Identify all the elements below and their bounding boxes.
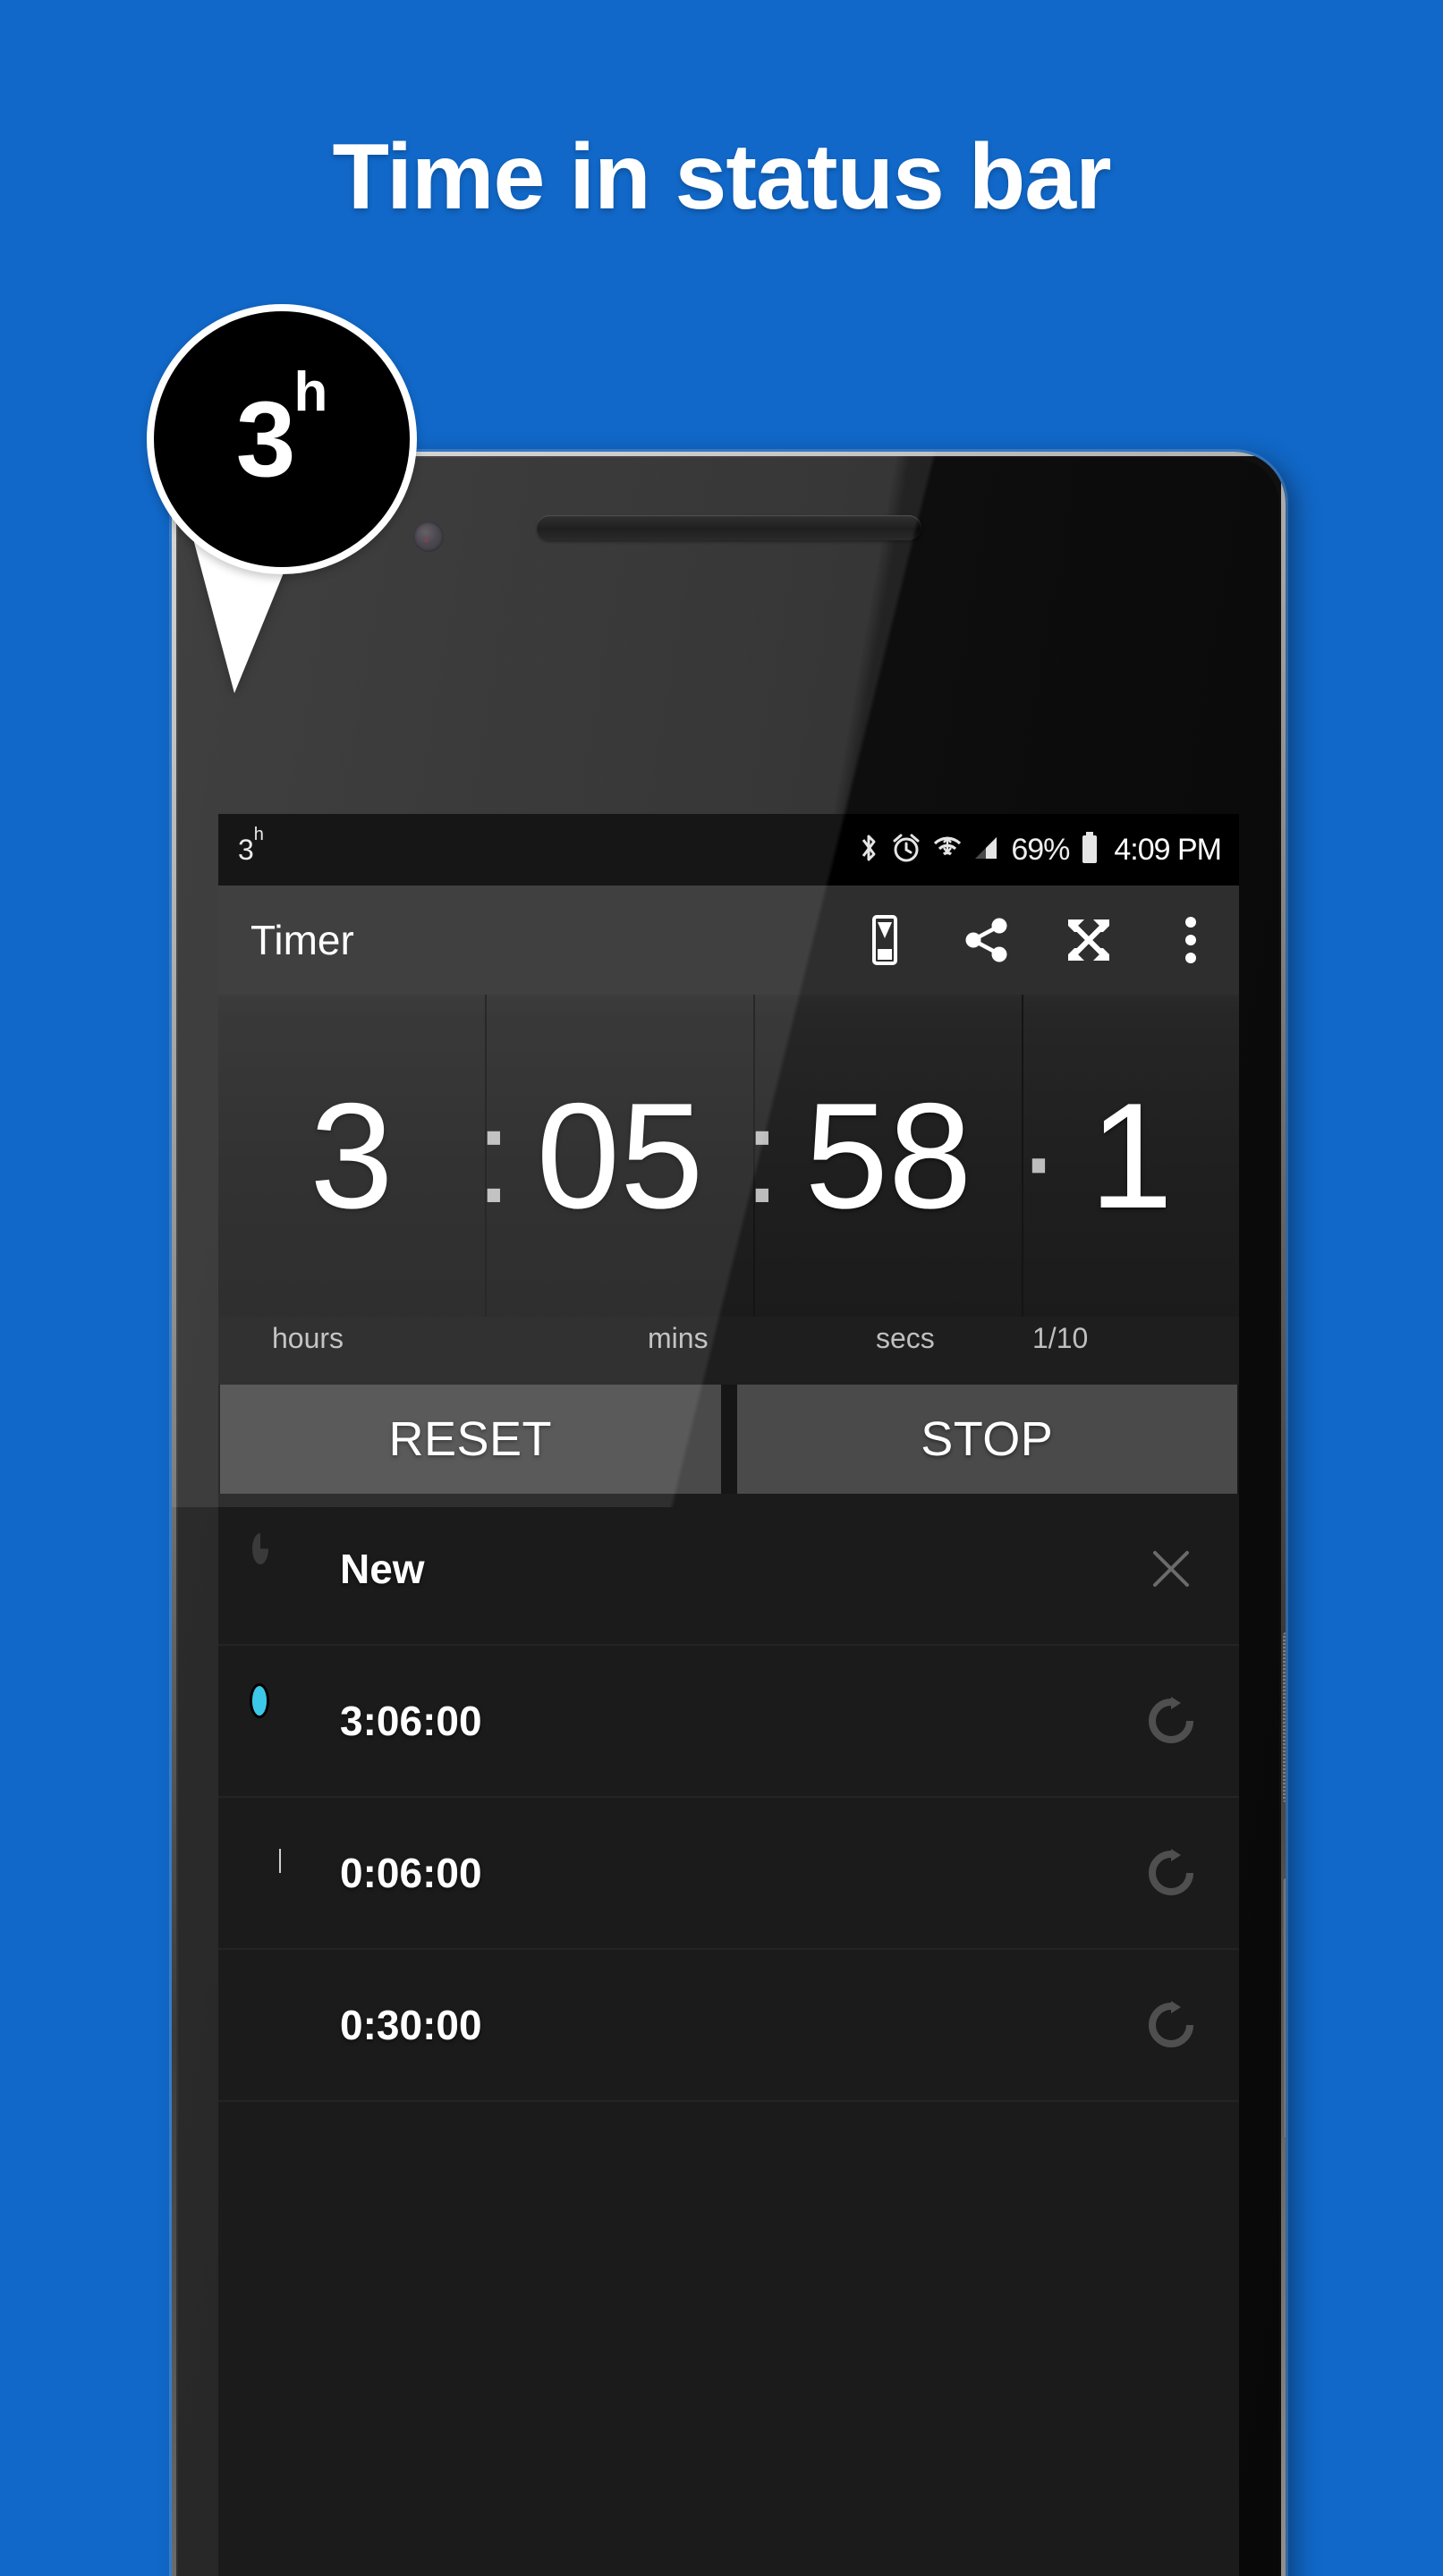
- reset-button[interactable]: RESET: [220, 1385, 721, 1494]
- list-item-label: 3:06:00: [340, 1698, 482, 1744]
- stop-button[interactable]: STOP: [736, 1385, 1237, 1494]
- timer-separator-1: :: [475, 1080, 513, 1231]
- hourglass-icon[interactable]: [860, 915, 910, 965]
- phone-device: 3h 69% 4:09 PM Timer 3 05 58 1:: · hou…: [172, 452, 1286, 2576]
- status-bar-timer-indicator: 3h: [238, 825, 264, 867]
- battery-icon: [1080, 830, 1099, 870]
- volume-button[interactable]: [1283, 1878, 1286, 2138]
- timer-minutes-value: 05: [536, 1072, 704, 1240]
- list-item[interactable]: 0:06:00: [218, 1798, 1239, 1950]
- timer-seconds-value: 58: [804, 1072, 972, 1240]
- list-item-label: 0:30:00: [340, 2002, 482, 2048]
- status-bar: 3h 69% 4:09 PM: [218, 814, 1239, 886]
- callout-circle: 3h: [147, 304, 417, 574]
- phone-screen: 3h 69% 4:09 PM Timer 3 05 58 1:: · hou…: [218, 814, 1239, 2576]
- cyan-ring-icon: [252, 1686, 308, 1749]
- earpiece-speaker: [536, 515, 921, 540]
- timer-list: New 3:06:00 0:06:00 0:30:00: [218, 1494, 1239, 2576]
- timer-separator-3: ·: [1016, 1080, 1061, 1231]
- label-seconds: secs: [876, 1322, 935, 1354]
- overflow-menu-icon[interactable]: [1166, 915, 1216, 965]
- callout-unit: h: [293, 360, 328, 423]
- page-title: Time in status bar: [332, 125, 1111, 229]
- quarter-pie-icon: [252, 1997, 308, 2053]
- label-minutes: mins: [648, 1322, 709, 1354]
- timer-list-empty-area: [218, 2102, 1239, 2576]
- bluetooth-icon: [857, 832, 880, 869]
- promo-screenshot: Time in status bar 3h 69% 4:09 PM Timer …: [0, 0, 1443, 2576]
- callout-bubble: 3h: [147, 304, 426, 693]
- alarm-icon: [891, 832, 921, 869]
- app-title: Timer: [250, 917, 354, 963]
- timer-separator-2: :: [743, 1080, 781, 1231]
- label-tenths: 1/10: [1032, 1322, 1089, 1354]
- wifi-icon: [932, 832, 963, 869]
- timer-hours-cell[interactable]: 3: [218, 995, 487, 1317]
- app-bar-actions: [860, 915, 1216, 965]
- timer-display[interactable]: 3 05 58 1 : : ·: [218, 995, 1239, 1317]
- battery-percent-label: 69%: [1011, 832, 1070, 867]
- timer-tenths-value: 1: [1089, 1072, 1174, 1240]
- power-button[interactable]: [1283, 1632, 1286, 1802]
- cell-signal-icon: [973, 832, 1000, 869]
- label-hours: hours: [272, 1322, 344, 1354]
- timer-unit-labels: hours mins secs 1/10: [218, 1317, 1239, 1385]
- partial-ring-icon: [252, 1533, 308, 1597]
- full-pie-icon: [252, 1845, 308, 1901]
- callout-label: 3h: [236, 364, 328, 493]
- status-bar-timer-unit: h: [253, 824, 264, 844]
- timer-hours-value: 3: [310, 1072, 394, 1240]
- restore-icon[interactable]: [1142, 1692, 1200, 1750]
- status-bar-icons: 69% 4:09 PM: [857, 830, 1222, 870]
- list-item-label: 0:06:00: [340, 1850, 482, 1896]
- list-item[interactable]: 0:30:00: [218, 1950, 1239, 2102]
- restore-icon[interactable]: [1142, 1996, 1200, 2054]
- close-icon[interactable]: [1142, 1540, 1200, 1597]
- fullscreen-icon[interactable]: [1064, 915, 1114, 965]
- restore-icon[interactable]: [1142, 1844, 1200, 1902]
- share-icon[interactable]: [962, 915, 1012, 965]
- status-bar-clock: 4:09 PM: [1114, 832, 1222, 867]
- list-item[interactable]: New: [218, 1494, 1239, 1646]
- timer-seconds-cell[interactable]: 58: [755, 995, 1023, 1317]
- list-item-label: New: [340, 1546, 425, 1592]
- callout-value: 3: [235, 379, 296, 499]
- timer-minutes-cell[interactable]: 05: [487, 995, 755, 1317]
- list-item[interactable]: 3:06:00: [218, 1646, 1239, 1798]
- status-bar-timer-value: 3: [238, 833, 254, 866]
- app-bar: Timer: [218, 886, 1239, 995]
- timer-controls: RESET STOP: [218, 1385, 1239, 1494]
